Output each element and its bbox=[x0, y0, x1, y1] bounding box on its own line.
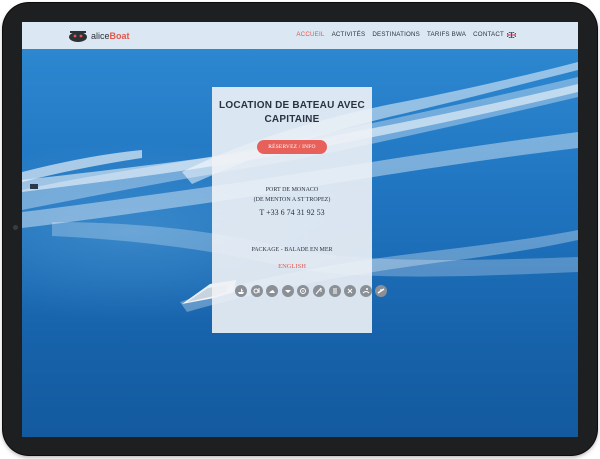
diving-icon[interactable] bbox=[297, 285, 310, 297]
pirate-skull-logo-icon bbox=[69, 30, 87, 42]
logo-text-boat: Boat bbox=[109, 31, 130, 41]
hero-info-card: LOCATION DE BATEAU AVEC CAPITAINE RÉSERV… bbox=[212, 87, 388, 333]
english-link[interactable]: ENGLISH bbox=[212, 263, 372, 270]
fishing-icon[interactable] bbox=[312, 285, 325, 297]
activity-icons-row bbox=[235, 285, 388, 297]
uk-flag-icon[interactable] bbox=[507, 32, 516, 38]
package-label[interactable]: PACKAGE - BALADE EN MER bbox=[212, 247, 372, 253]
camera-dot bbox=[13, 225, 18, 230]
website-screen: aliceBoat ACCUEIL ACTIVITÉS DESTINATIONS… bbox=[22, 22, 578, 437]
wakeboard-icon[interactable] bbox=[375, 285, 388, 297]
main-menu: ACCUEIL ACTIVITÉS DESTINATIONS TARIFS BW… bbox=[289, 31, 504, 38]
nav-activites[interactable]: ACTIVITÉS bbox=[332, 31, 366, 38]
nav-accueil[interactable]: ACCUEIL bbox=[296, 31, 324, 38]
location-line1: PORT DE MONACO bbox=[265, 187, 319, 193]
hero-title-line1: LOCATION DE BATEAU AVEC bbox=[219, 100, 365, 111]
whale-watching-icon[interactable] bbox=[328, 285, 341, 297]
phone-number[interactable]: T +33 6 74 31 92 53 bbox=[212, 208, 372, 217]
nav-destinations[interactable]: DESTINATIONS bbox=[372, 31, 420, 38]
nav-tarifs-bwa[interactable]: TARIFS BWA bbox=[427, 31, 466, 38]
snorkel-icon[interactable] bbox=[250, 285, 263, 297]
hero-title: LOCATION DE BATEAU AVEC CAPITAINE bbox=[212, 99, 372, 127]
nav-contact[interactable]: CONTACT bbox=[473, 31, 504, 38]
location-line2: (DE MENTON A ST TROPEZ) bbox=[253, 197, 331, 203]
seaplane-icon[interactable] bbox=[281, 285, 294, 297]
swimmer-icon[interactable] bbox=[359, 285, 372, 297]
top-navigation-bar: aliceBoat ACCUEIL ACTIVITÉS DESTINATIONS… bbox=[22, 22, 578, 49]
boat-ride-icon[interactable] bbox=[235, 285, 247, 297]
site-logo[interactable]: aliceBoat bbox=[66, 26, 130, 46]
tubing-icon[interactable] bbox=[344, 285, 357, 297]
hero-title-line2: CAPITAINE bbox=[264, 114, 320, 125]
logo-text-alice: alice bbox=[91, 31, 110, 41]
jetski-icon[interactable] bbox=[266, 285, 279, 297]
reserve-info-button[interactable]: RÉSERVEZ / INFO bbox=[257, 140, 327, 154]
